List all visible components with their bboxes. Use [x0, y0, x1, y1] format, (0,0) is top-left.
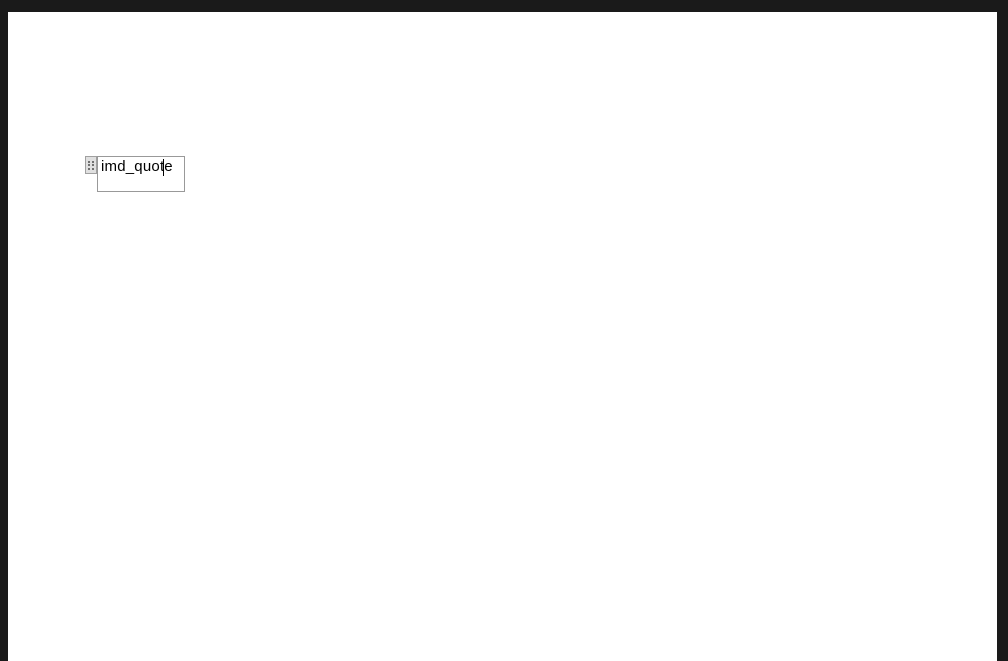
text-cursor [163, 159, 164, 176]
canvas-area[interactable]: imd_quote [8, 12, 997, 661]
drag-handle-icon[interactable] [85, 156, 97, 174]
floating-label-widget[interactable]: imd_quote [85, 156, 185, 192]
label-input-box[interactable]: imd_quote [97, 156, 185, 192]
